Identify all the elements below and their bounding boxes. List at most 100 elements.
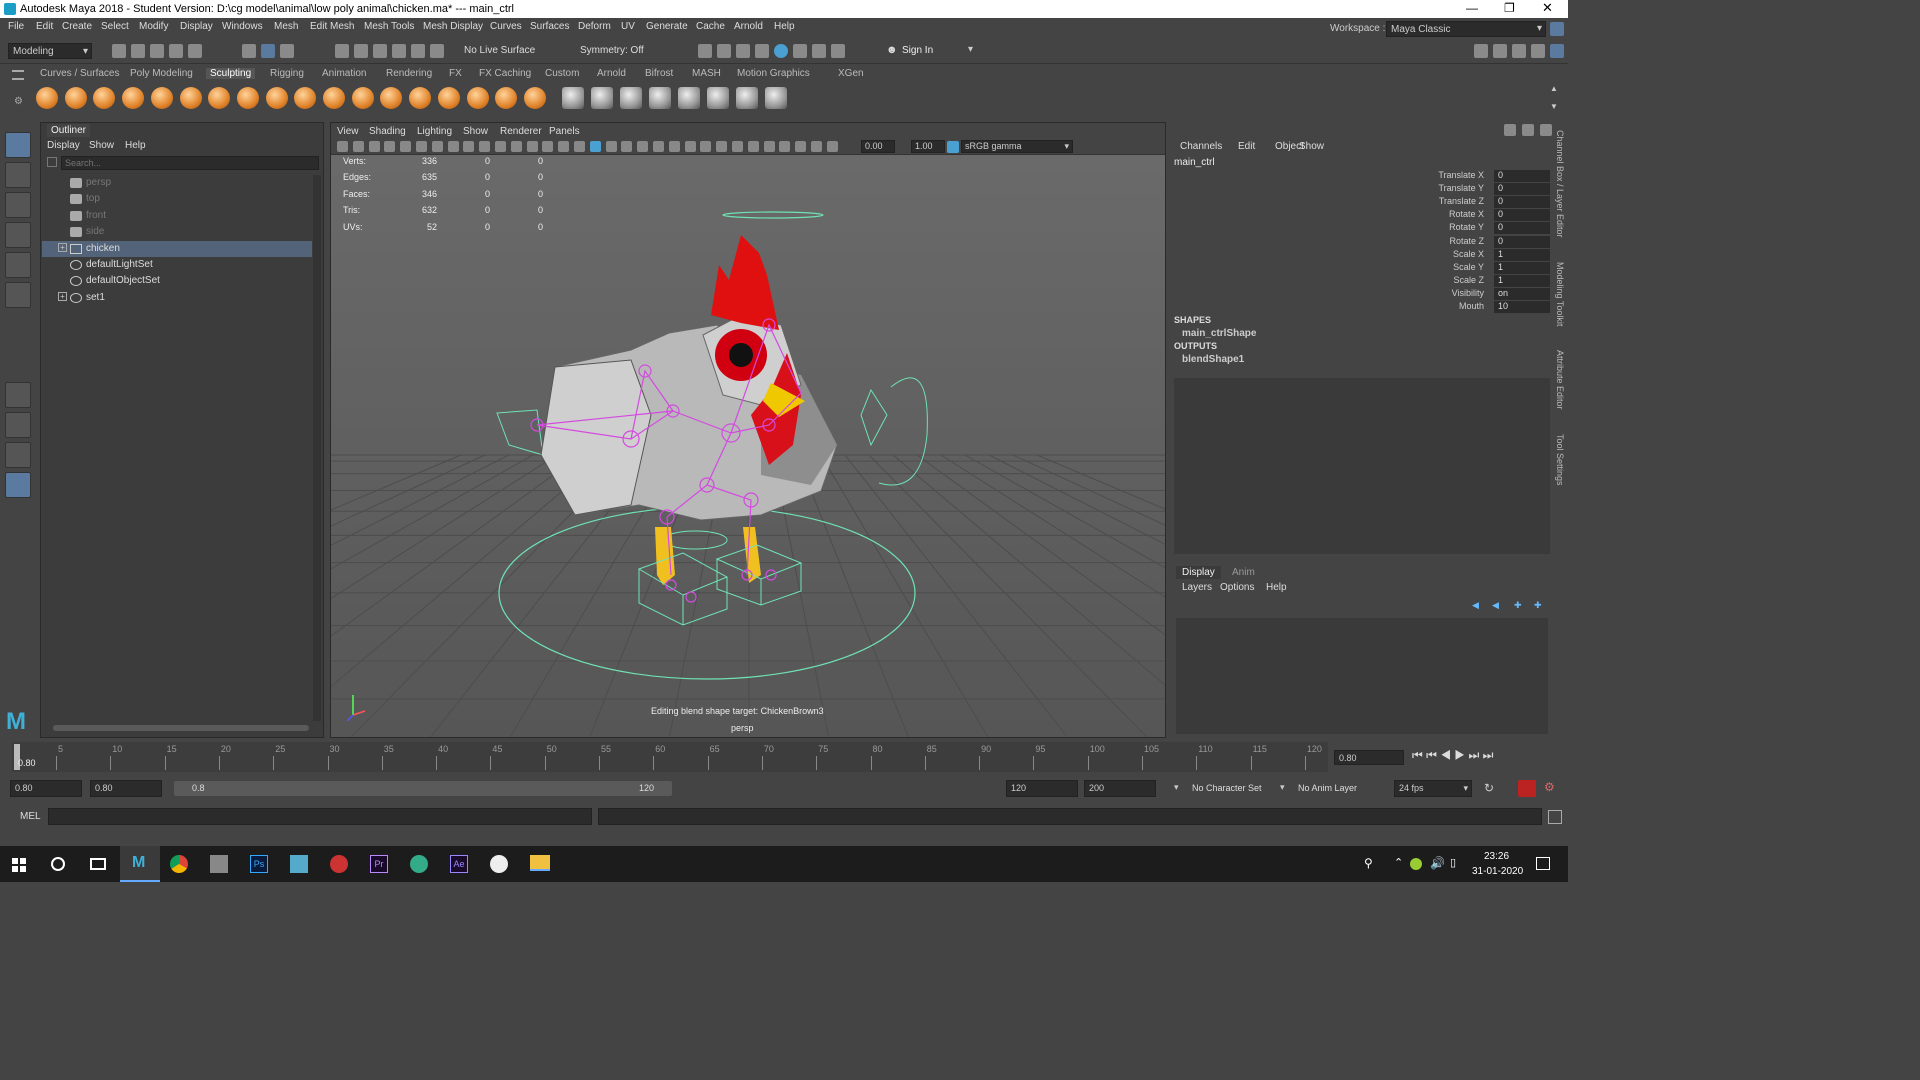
viewport-tool-icon[interactable]: [795, 141, 807, 152]
taskbar-maya-icon[interactable]: M: [120, 846, 160, 882]
viewport-menu-view[interactable]: View: [337, 126, 359, 137]
viewport-tool-icon[interactable]: [352, 141, 364, 152]
viewport-menu-shading[interactable]: Shading: [369, 126, 406, 137]
viewport-tool-icon[interactable]: [558, 141, 570, 152]
outliner-item-defaultLightSet[interactable]: defaultLightSet: [42, 257, 312, 273]
side-tab-modeling-toolkit[interactable]: Modeling Toolkit: [1555, 262, 1565, 326]
sculpt-brush-icon[interactable]: [466, 87, 489, 109]
four-view-icon[interactable]: [5, 412, 31, 438]
channel-attr-name[interactable]: Translate Z: [1439, 196, 1484, 206]
playback-end-field[interactable]: 120: [1006, 780, 1078, 797]
viewport-tool-icon[interactable]: [416, 141, 427, 152]
shelf-menu-icon[interactable]: [12, 70, 24, 80]
playback-start-field[interactable]: 0.80: [90, 780, 162, 797]
single-view-icon[interactable]: [5, 382, 31, 408]
channel-attr-name[interactable]: Visibility: [1452, 288, 1484, 298]
outliner-item-side[interactable]: side: [42, 224, 312, 240]
outliner-search-input[interactable]: [61, 156, 319, 170]
new-layer-icon[interactable]: ✚: [1514, 600, 1522, 611]
current-frame-field[interactable]: 0.80: [1334, 750, 1404, 765]
sculpt-brush-icon[interactable]: [409, 87, 432, 109]
channel-attr-name[interactable]: Translate Y: [1438, 183, 1484, 193]
shelf-tab-arnold[interactable]: Arnold: [597, 68, 626, 79]
channel-attr-value[interactable]: 0: [1494, 196, 1550, 209]
far-clip-field[interactable]: 1.00: [911, 140, 945, 153]
chevron-down-icon[interactable]: ▾: [1174, 782, 1179, 793]
layer-menu-options[interactable]: Options: [1220, 582, 1254, 593]
shelf-tab-rendering[interactable]: Rendering: [386, 68, 432, 79]
taskbar-edge-icon[interactable]: [410, 855, 428, 873]
taskbar-blender-icon[interactable]: [490, 855, 508, 873]
shelf-scroll-up-icon[interactable]: ▲: [1550, 84, 1558, 93]
task-view-icon[interactable]: [90, 858, 106, 870]
outliner-item-defaultObjectSet[interactable]: defaultObjectSet: [42, 273, 312, 289]
snap-point-icon[interactable]: [373, 44, 387, 58]
shelf-tab-mash[interactable]: MASH: [692, 68, 721, 79]
menu-arnold[interactable]: Arnold: [734, 21, 763, 32]
sculpt-utility-icon[interactable]: [736, 87, 758, 109]
channel-attr-name[interactable]: Translate X: [1438, 170, 1484, 180]
channel-pin-icon[interactable]: [1540, 124, 1552, 136]
viewport-tool-icon[interactable]: [400, 141, 412, 152]
channel-attr-name[interactable]: Scale Y: [1453, 262, 1484, 272]
ipr-render-icon[interactable]: [736, 44, 750, 58]
viewport-tool-icon[interactable]: [574, 141, 585, 152]
sculpt-brush-icon[interactable]: [36, 87, 58, 109]
channel-settings-icon[interactable]: [1522, 124, 1534, 136]
viewport-tool-icon[interactable]: [637, 141, 649, 152]
network-icon[interactable]: ▯: [1450, 856, 1456, 869]
sculpt-brush-icon[interactable]: [495, 87, 518, 109]
timeline-track[interactable]: 5 10 15 20 25 30 35 40 45 50 55 60 65 70 75 80 85 90 95 100…: [12, 742, 1328, 772]
side-tab-attribute-editor[interactable]: Attribute Editor: [1555, 350, 1565, 410]
viewport-tool-icon[interactable]: [526, 141, 538, 152]
shelf-tab-fx[interactable]: FX: [449, 68, 462, 79]
sculpt-brush-icon[interactable]: [64, 87, 87, 109]
render-current-icon[interactable]: [698, 44, 712, 58]
sculpt-brush-icon[interactable]: [265, 87, 288, 109]
taskbar-substance-icon[interactable]: [330, 855, 348, 873]
outliner-filter-icon[interactable]: [47, 157, 57, 167]
new-scene-icon[interactable]: [112, 44, 126, 58]
outliner-item-top[interactable]: top: [42, 191, 312, 207]
channel-menu-show[interactable]: Show: [1299, 141, 1324, 152]
sign-in-button[interactable]: Sign In: [902, 45, 933, 56]
outliner-item-chicken[interactable]: + chicken: [42, 240, 312, 257]
channel-menu-channels[interactable]: Channels: [1180, 141, 1222, 152]
taskbar-explorer-icon[interactable]: [530, 855, 550, 871]
attribute-editor-toggle-icon[interactable]: [1493, 44, 1507, 58]
auto-key-icon[interactable]: [1518, 780, 1536, 797]
render-view-icon[interactable]: [717, 44, 731, 58]
fps-dropdown[interactable]: 24 fps ▾: [1394, 780, 1472, 797]
layer-move-up-icon[interactable]: ◀: [1472, 600, 1479, 611]
chevron-down-icon[interactable]: ▾: [1280, 782, 1285, 793]
sculpt-brush-icon[interactable]: [437, 87, 460, 109]
menu-mesh-display[interactable]: Mesh Display: [423, 21, 483, 32]
viewport-toolbar-icons[interactable]: [337, 141, 847, 153]
outliner-menu-help[interactable]: Help: [125, 140, 146, 151]
minimize-button[interactable]: —: [1466, 1, 1478, 15]
outliner-hscrollbar[interactable]: [53, 725, 309, 731]
viewport-tool-icon[interactable]: [747, 141, 759, 152]
menu-generate[interactable]: Generate: [646, 21, 688, 32]
shape-node[interactable]: main_ctrlShape: [1182, 328, 1256, 339]
chevron-down-icon[interactable]: ▾: [968, 44, 973, 55]
hypershade-icon[interactable]: [774, 44, 788, 58]
sculpt-brush-icon[interactable]: [351, 87, 374, 109]
viewport-tool-icon[interactable]: [542, 141, 554, 152]
shelf-tab-custom[interactable]: Custom: [545, 68, 579, 79]
viewport-tool-icon[interactable]: [384, 141, 396, 152]
anim-layer-field[interactable]: No Anim Layer: [1298, 783, 1357, 793]
viewport-menu-panels[interactable]: Panels: [549, 126, 580, 137]
select-hierarchy-icon[interactable]: [242, 44, 256, 58]
modeling-toolkit-toggle-icon[interactable]: [1474, 44, 1488, 58]
channel-attr-value[interactable]: on: [1494, 287, 1550, 300]
outliner-layout-icon[interactable]: [5, 472, 31, 498]
viewport-tool-icon[interactable]: [368, 141, 380, 152]
viewport-tool-icon[interactable]: [447, 141, 459, 152]
step-back-key-icon[interactable]: ⏮: [1426, 748, 1437, 762]
select-tool-icon[interactable]: [5, 132, 31, 158]
viewport-menu-show[interactable]: Show: [463, 126, 488, 137]
play-icon[interactable]: ▶: [1454, 748, 1465, 762]
outliner-item-persp[interactable]: persp: [42, 175, 312, 191]
range-bar[interactable]: 0.8 120: [174, 781, 672, 796]
